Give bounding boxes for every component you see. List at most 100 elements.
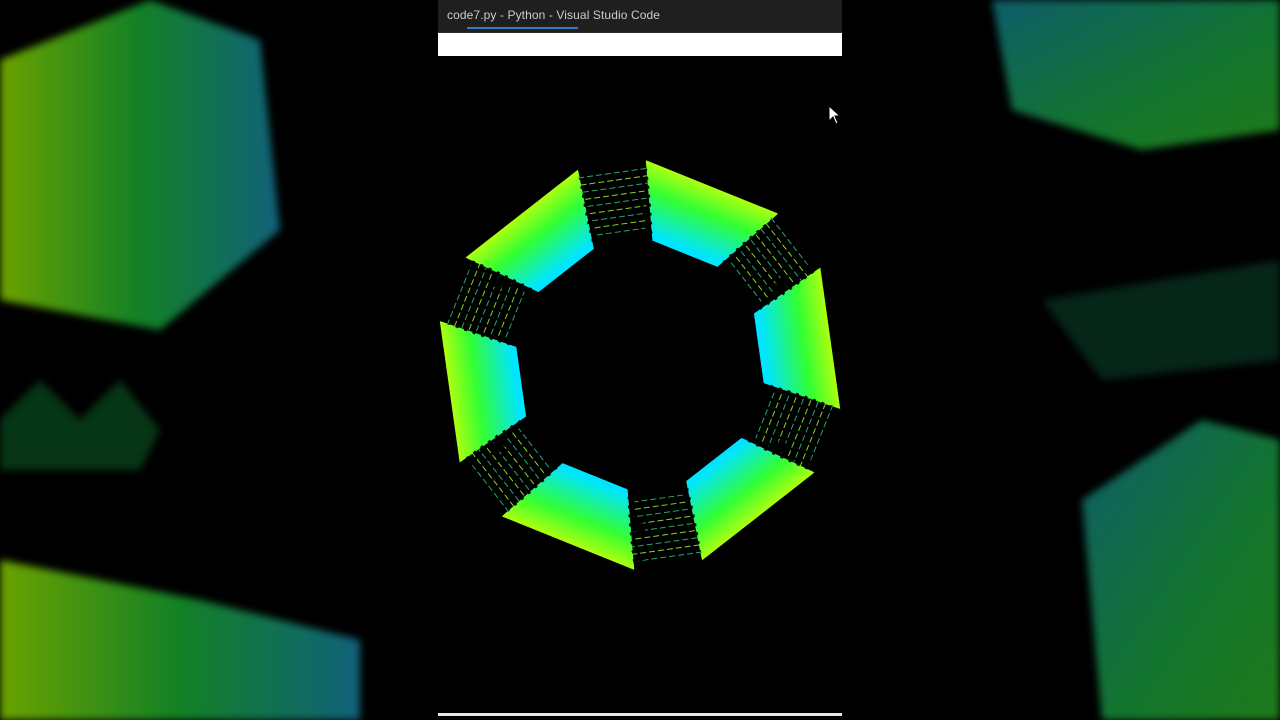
spiral-stripe xyxy=(465,456,510,513)
spiral-tooth xyxy=(501,275,509,291)
spiral-stripe xyxy=(461,267,487,329)
spiral-tooth xyxy=(681,532,699,536)
vscode-capture: code7.py - Python - Visual Studio Code xyxy=(438,0,842,720)
spiral-tooth xyxy=(793,265,808,280)
output-window-header xyxy=(438,33,842,56)
spiral-tooth xyxy=(786,271,800,285)
spiral-stripe xyxy=(755,392,775,439)
spiral-stripe xyxy=(730,262,762,302)
spiral-tooth xyxy=(480,445,494,459)
spiral-tooth xyxy=(830,408,842,427)
spiral-wedge xyxy=(465,169,594,293)
spiral-stripe xyxy=(478,449,520,502)
spiral-tooth xyxy=(758,293,771,306)
bottom-border xyxy=(438,713,842,716)
spiral-tooth xyxy=(779,276,793,291)
spiral-stripe xyxy=(767,395,790,447)
spiral-wedge xyxy=(645,160,779,267)
spiral-stripe xyxy=(518,428,550,468)
spiral-tooth xyxy=(632,555,651,563)
spiral-tooth xyxy=(722,259,732,273)
spiral-tooth xyxy=(747,429,754,443)
spiral-tooth xyxy=(631,176,649,184)
spiral-tooth xyxy=(633,564,653,572)
spiral-stripe xyxy=(755,234,795,285)
spiral-tooth xyxy=(627,484,640,491)
spiral-tooth xyxy=(509,424,522,437)
spiral-tooth xyxy=(465,455,481,471)
spiral-stripe xyxy=(634,501,686,510)
spiral-tooth xyxy=(740,426,746,439)
spiral-tooth xyxy=(640,239,653,246)
spiral-stripe xyxy=(505,435,540,479)
spiral-tooth xyxy=(509,279,517,294)
spiral-tooth xyxy=(525,415,536,426)
spiral-wedge xyxy=(439,320,527,463)
spiral-tooth xyxy=(475,263,484,282)
spiral-tooth xyxy=(627,158,647,166)
spiral-tooth xyxy=(744,304,755,315)
spiral-stripe xyxy=(453,263,481,327)
title-bar: code7.py - Python - Visual Studio Code xyxy=(438,0,842,33)
spiral-tooth xyxy=(639,230,653,237)
spiral-stripe xyxy=(735,256,769,299)
spiral-tooth xyxy=(799,259,815,275)
spiral-tooth xyxy=(742,241,753,256)
spiral-tooth xyxy=(526,287,533,301)
spiral-tooth xyxy=(487,439,501,454)
spiral-wedge xyxy=(501,463,635,570)
spiral-stripe xyxy=(511,431,545,474)
spiral-tooth xyxy=(577,167,597,172)
window-title: code7.py - Python - Visual Studio Code xyxy=(447,8,661,22)
spiral-stripe xyxy=(596,227,646,236)
spiral-tooth xyxy=(755,433,763,447)
spiral-tooth xyxy=(629,167,648,175)
spiral-tooth xyxy=(628,520,644,527)
background-blur-right xyxy=(842,0,1280,720)
spiral-tooth xyxy=(776,212,790,231)
spiral-tooth xyxy=(771,439,779,455)
spiral-tooth xyxy=(630,537,648,545)
spiral-stripe xyxy=(634,494,684,503)
spiral-tooth xyxy=(788,445,796,463)
spiral-tooth xyxy=(716,266,725,278)
spiral-tooth xyxy=(548,457,558,471)
spiral-tooth xyxy=(490,499,504,518)
spiral-tooth xyxy=(534,291,540,304)
spiral-tooth xyxy=(751,299,763,310)
spiral-tooth xyxy=(822,404,834,423)
spiral-stripe xyxy=(594,220,646,229)
spiral-tooth xyxy=(796,448,805,467)
spiral-tooth xyxy=(683,558,703,563)
spiral-tooth xyxy=(446,307,458,326)
spiral-tooth xyxy=(541,463,551,477)
spiral-tooth xyxy=(789,392,800,407)
spiral-tooth xyxy=(581,194,599,198)
spiral-wedge xyxy=(753,267,841,410)
turtle-canvas xyxy=(438,56,842,713)
spiral-stripe xyxy=(498,287,519,336)
spiral-tooth xyxy=(527,474,538,489)
spiral-tooth xyxy=(756,382,765,394)
spiral-wedge xyxy=(686,437,815,561)
spiral-tooth xyxy=(729,253,739,267)
spiral-stripe xyxy=(765,223,809,278)
spiral-tooth xyxy=(438,303,450,322)
spiral-tooth xyxy=(555,452,564,464)
spiral-tooth xyxy=(627,493,641,500)
spiral-tooth xyxy=(631,546,649,554)
spiral-stripe xyxy=(471,452,515,507)
spiral-tooth xyxy=(458,461,474,478)
spiral-tooth xyxy=(629,528,646,536)
spiral-tooth xyxy=(779,442,788,459)
spiral-tooth xyxy=(806,252,822,269)
hexagon-spiral-art xyxy=(438,158,842,572)
spiral-stripe xyxy=(760,228,802,281)
active-tab-indicator xyxy=(467,27,578,29)
spiral-stripe xyxy=(799,403,827,467)
spiral-tooth xyxy=(506,332,516,346)
spiral-tooth xyxy=(517,420,529,431)
spiral-tooth xyxy=(494,434,508,448)
spiral-tooth xyxy=(515,336,524,348)
background-blur-left xyxy=(0,0,438,720)
